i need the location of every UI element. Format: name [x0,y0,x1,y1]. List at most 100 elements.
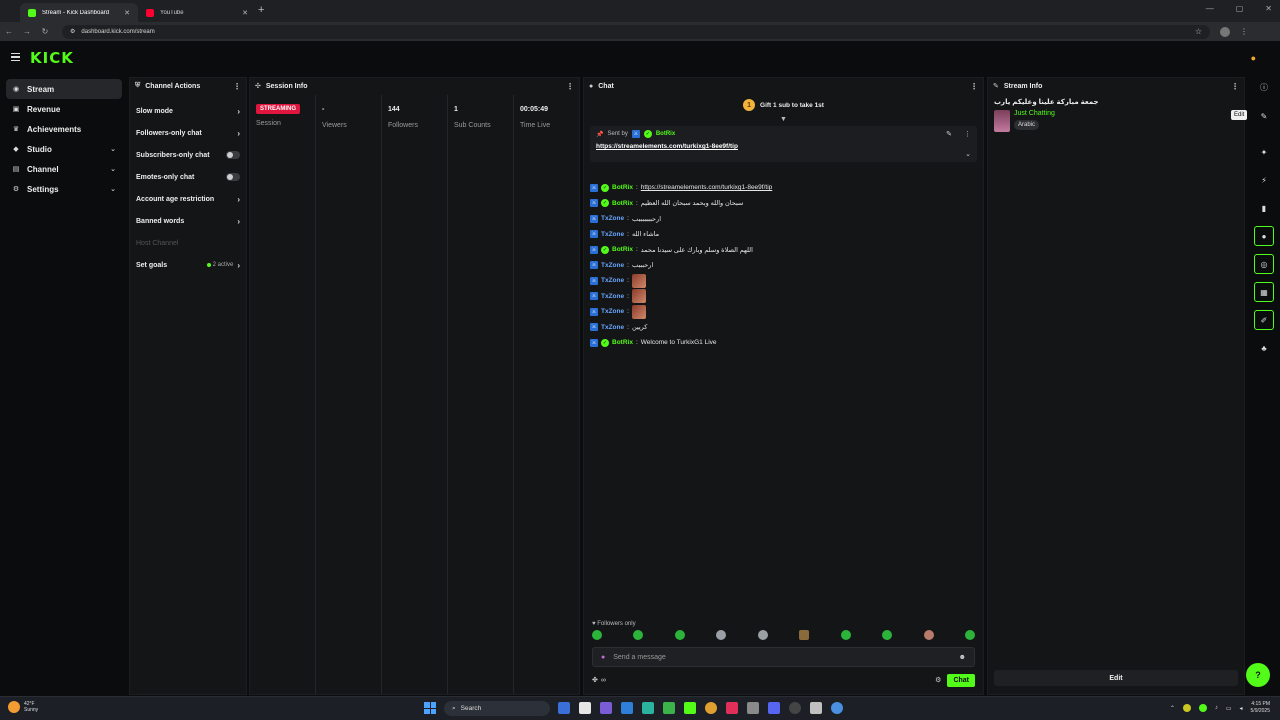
chat-message[interactable]: ⚔ TxZone: [590,289,977,305]
chat-message-input[interactable]: ● Send a message ☻ [592,647,975,667]
chat-message[interactable]: ⚔ ✓ BotRix: https://streamelements.com/t… [590,180,977,196]
sidebar-item-stream[interactable]: ◉ Stream [6,79,122,99]
close-icon[interactable]: ✕ [124,9,130,17]
chevron-up-icon[interactable]: ⌃ [1170,705,1175,712]
emotes-only-toggle[interactable] [226,173,240,181]
emoji-picker-icon[interactable]: ☻ [959,654,966,661]
tray-app-icon[interactable] [1182,704,1191,712]
more-options-icon[interactable]: ⋮ [233,82,241,91]
edge-icon[interactable] [642,702,654,714]
sidebar-item-channel[interactable]: ▤ Channel ⌄ [6,159,122,179]
emote-icon[interactable] [923,630,934,640]
user-avatar-icon[interactable]: ● [1251,53,1256,63]
scroll-down-icon[interactable]: ▼ [584,116,983,124]
weather-widget[interactable]: 42°F Sunny [8,701,38,713]
back-icon[interactable]: ← [0,27,18,36]
maximize-icon[interactable]: ▢ [1236,4,1244,13]
chat-panel-icon[interactable]: ● [1254,226,1274,246]
app-icon[interactable] [810,702,822,714]
sidebar-item-studio[interactable]: ◆ Studio ⌄ [6,139,122,159]
url-field[interactable]: ⚙ dashboard.kick.com/stream ☆ [62,24,1210,39]
info-icon[interactable]: ⓘ [1254,77,1274,97]
more-options-icon[interactable]: ⋮ [1231,82,1239,91]
users-icon[interactable]: ✦ [1254,142,1274,162]
drops-icon[interactable]: ♣ [1254,338,1274,358]
mod-tools-icon[interactable]: ✤ [592,676,598,684]
chat-message[interactable]: ⚔ ✓ BotRix: Welcome to TurkixG1 Live [590,335,977,351]
document-icon[interactable]: ▮ [1254,198,1274,218]
reload-icon[interactable]: ↻ [36,27,54,36]
support-chat-icon[interactable]: ? [1246,663,1270,687]
minecraft-icon[interactable] [684,702,696,714]
emote-icon[interactable] [674,630,685,640]
subscribers-only-toggle[interactable] [226,151,240,159]
taskbar-search[interactable]: ⌕ Search [444,701,550,716]
bookmark-star-icon[interactable]: ☆ [1195,27,1202,36]
microphone-icon[interactable]: ● [601,654,605,661]
task-view-icon[interactable] [558,702,570,714]
chat-message[interactable]: ⚔ ✓ BotRix: اللهم الصلاة وسلم وبارك على … [590,242,977,258]
obs-icon[interactable] [789,702,801,714]
chat-message[interactable]: ⚔ TxZone: كريين [590,320,977,336]
emote-icon[interactable] [716,630,727,640]
sidebar-item-settings[interactable]: ⚙ Settings ⌄ [6,179,122,199]
chrome-icon[interactable] [705,702,717,714]
new-tab-button[interactable]: + [258,4,264,16]
account-age-restriction-row[interactable]: Account age restriction › [130,188,246,210]
lightning-icon[interactable]: ⚡ [1254,170,1274,190]
chat-settings-icon[interactable]: ⚙ [935,676,941,684]
edit-stream-info-button[interactable]: Edit [994,670,1238,686]
emote-icon[interactable] [757,630,768,640]
chat-message[interactable]: ⚔ TxZone: [590,273,977,289]
emote-icon[interactable] [882,630,893,640]
windows-start-icon[interactable] [424,702,436,714]
file-icon[interactable] [579,702,591,714]
minimize-icon[interactable]: — [1206,4,1214,13]
tiktok-icon[interactable] [726,702,738,714]
close-icon[interactable]: ✕ [242,9,248,17]
more-options-icon[interactable]: ⋮ [970,82,978,91]
store-icon[interactable] [621,702,633,714]
emote-icon[interactable] [964,630,975,640]
pinned-more-icon[interactable]: ⋮ [964,130,971,138]
discord-icon[interactable] [768,702,780,714]
broadcast-panel-icon[interactable]: ◎ [1254,254,1274,274]
more-options-icon[interactable]: ⋮ [566,82,574,91]
browser-menu-icon[interactable]: ⋮ [1240,27,1248,36]
send-chat-button[interactable]: Chat [947,673,975,687]
emote-icon[interactable] [633,630,644,640]
close-window-icon[interactable]: ✕ [1265,4,1272,13]
pinned-link[interactable]: https://streamelements.com/turkixg1-8ee9… [596,143,971,150]
forward-icon[interactable]: → [18,27,36,36]
emote-icon[interactable] [592,630,602,640]
chat-message[interactable]: ⚔ TxZone: [590,304,977,320]
xbox-icon[interactable] [663,702,675,714]
gift-sub-banner[interactable]: 1 Gift 1 sub to take 1st [584,94,983,116]
chat-message[interactable]: ⚔ TxZone: ماشاء الله [590,227,977,243]
chat-message[interactable]: ⚔ ✓ BotRix: سبحان والله وبحمد سبحان الله… [590,196,977,212]
emote-icon[interactable] [799,630,810,640]
chevron-down-icon[interactable]: ⌄ [965,150,971,158]
infinity-icon[interactable]: ∞ [601,677,606,684]
unpin-icon[interactable]: ✎ [946,130,952,138]
chat-message[interactable]: ⚔ TxZone: ارحبببببببب [590,211,977,227]
app-icon[interactable] [600,702,612,714]
sidebar-item-revenue[interactable]: ▣ Revenue [6,99,122,119]
slow-mode-row[interactable]: Slow mode › [130,100,246,122]
sidebar-item-achievements[interactable]: ♛ Achievements [6,119,122,139]
folder-icon[interactable] [747,702,759,714]
wrench-icon[interactable]: ✐ [1254,310,1274,330]
chrome-active-icon[interactable] [831,702,843,714]
microphone-icon[interactable]: ♪ [1215,705,1218,711]
taskbar-clock[interactable]: 4:15 PM 5/9/2025 [1251,701,1270,715]
followers-only-chat-row[interactable]: Followers-only chat › [130,122,246,144]
profile-avatar-icon[interactable] [1220,26,1230,37]
browser-tab-youtube[interactable]: YouTube ✕ [138,3,256,22]
banned-words-row[interactable]: Banned words › [130,210,246,232]
hamburger-menu-icon[interactable] [11,53,20,61]
site-info-icon[interactable]: ⚙ [70,28,75,35]
volume-icon[interactable]: ◂ [1240,705,1243,712]
stats-panel-icon[interactable]: ▦ [1254,282,1274,302]
emote-icon[interactable] [840,630,851,640]
pencil-icon[interactable]: ✎ [1254,106,1274,126]
